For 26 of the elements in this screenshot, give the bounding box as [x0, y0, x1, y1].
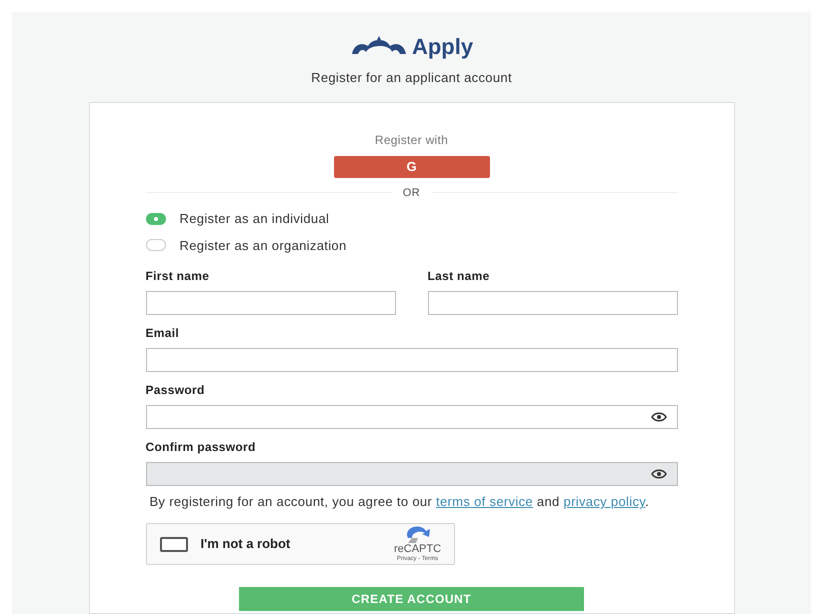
radio-button[interactable]	[146, 239, 166, 252]
brand-name: Apply	[412, 36, 474, 58]
captcha-label: I'm not a robot	[200, 535, 292, 554]
radio-button[interactable]	[146, 212, 166, 225]
captcha-brand: reCAPTC	[394, 544, 442, 555]
field-label: Email	[146, 325, 180, 342]
register-with-label: Register with	[374, 132, 448, 148]
radio-label: Register as an organization	[180, 236, 347, 255]
input-field[interactable]	[146, 348, 678, 372]
page-subtitle: Register for an applicant account	[311, 69, 512, 87]
field-label: First name	[146, 268, 210, 285]
create-account-button[interactable]: CREATE ACCOUNT	[239, 587, 584, 611]
agreement-text: By registering for an account, you agree to our terms of service and privacy policy.	[148, 494, 650, 509]
or-divider-label: OR	[402, 186, 420, 200]
input-field[interactable]	[428, 291, 678, 315]
input-field[interactable]	[146, 291, 396, 315]
eye-icon[interactable]	[650, 412, 666, 422]
privacy-link[interactable]: privacy policy	[564, 494, 646, 509]
radio-label: Register as an individual	[180, 210, 330, 228]
terms-link[interactable]: terms of service	[436, 494, 533, 509]
field-label: Last name	[428, 268, 491, 285]
captcha-checkbox[interactable]	[160, 536, 188, 552]
field-label: Password	[146, 382, 206, 399]
google-button[interactable]: G	[334, 156, 490, 178]
field-label: Confirm password	[146, 439, 257, 456]
input-field[interactable]	[146, 405, 678, 429]
